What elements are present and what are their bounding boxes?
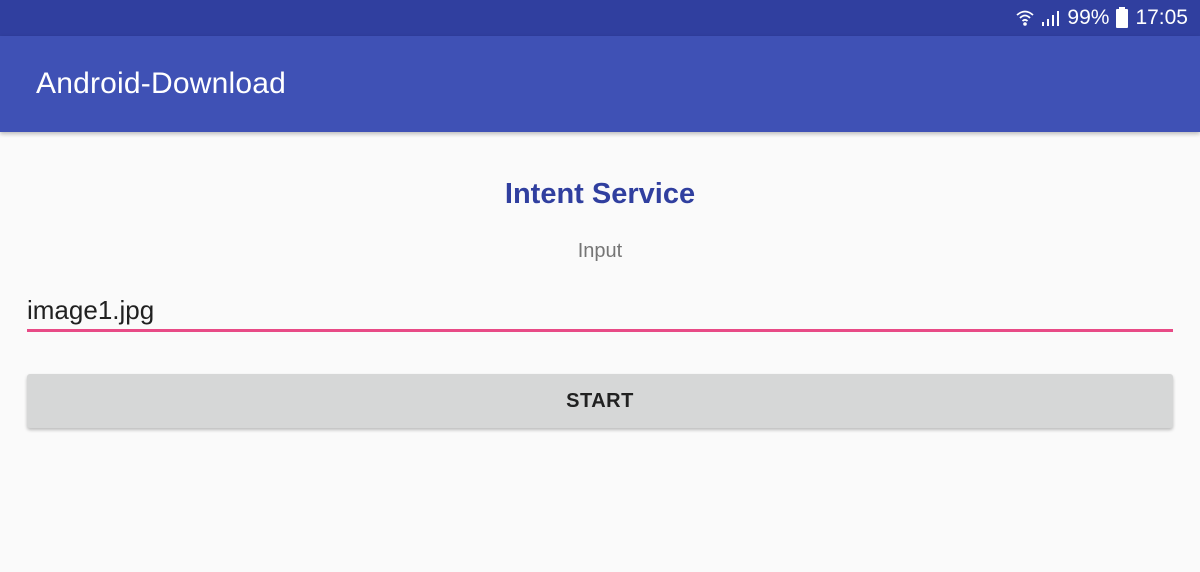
start-button[interactable]: START xyxy=(27,374,1173,428)
wifi-icon xyxy=(1015,8,1035,28)
signal-icon xyxy=(1041,8,1061,28)
app-bar: Android-Download xyxy=(0,36,1200,132)
app-title: Android-Download xyxy=(36,67,287,100)
page-title: Intent Service xyxy=(504,178,696,210)
clock: 17:05 xyxy=(1135,6,1188,29)
battery-icon xyxy=(1115,7,1129,29)
main-content: Intent Service Input START xyxy=(0,132,1200,572)
battery-percent: 99% xyxy=(1067,6,1110,29)
filename-input[interactable] xyxy=(27,292,1173,332)
status-bar: 99% 17:05 xyxy=(0,0,1200,36)
input-label: Input xyxy=(577,240,623,262)
